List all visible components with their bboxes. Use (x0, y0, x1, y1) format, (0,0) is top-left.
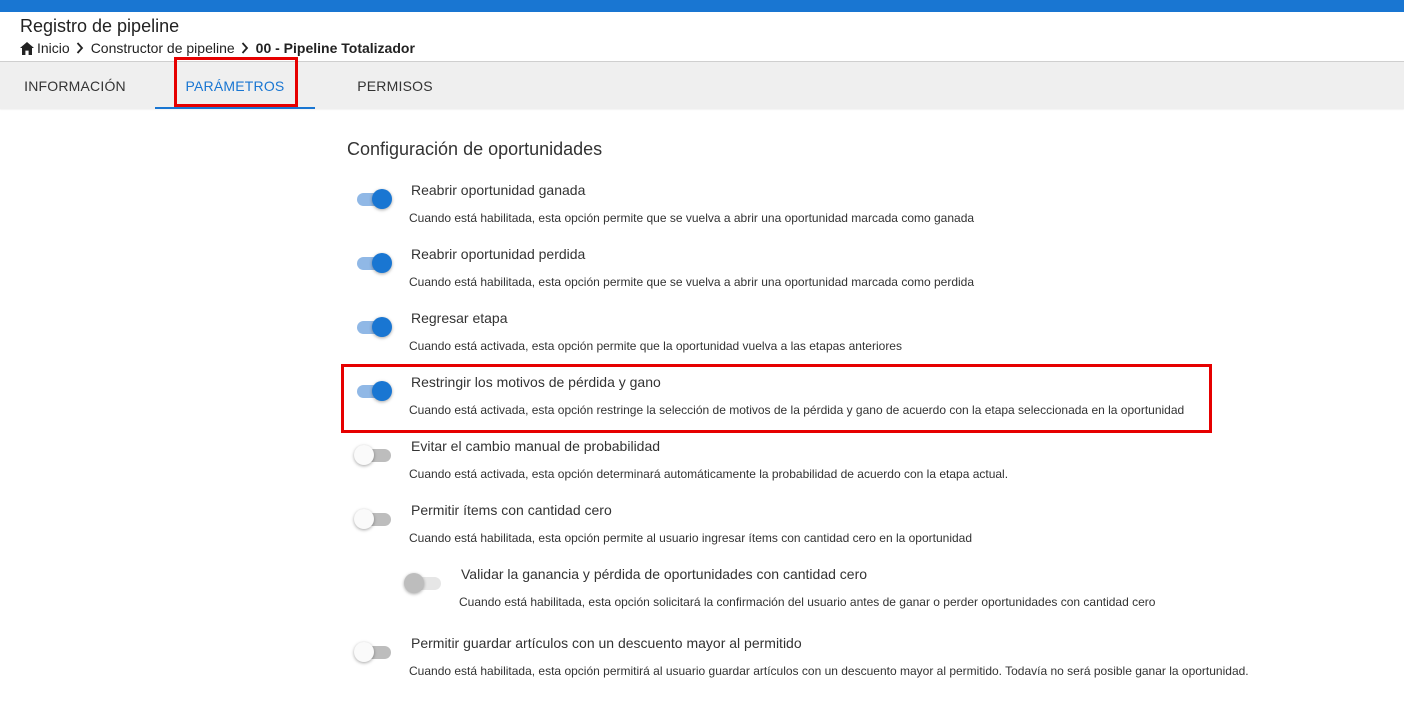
chevron-right-icon (76, 42, 84, 54)
switch-thumb (372, 189, 392, 209)
option-title: Regresar etapa (411, 310, 508, 326)
option-description: Cuando está activada, esta opción determ… (409, 467, 1009, 481)
option-description: Cuando está habilitada, esta opción perm… (409, 211, 975, 225)
breadcrumb-current: 00 - Pipeline Totalizador (255, 40, 415, 56)
toggle-restringir-motivos[interactable] (354, 380, 394, 402)
breadcrumb: Inicio Constructor de pipeline 00 - Pipe… (20, 40, 415, 56)
toggle-regresar-etapa[interactable] (354, 316, 394, 338)
option-title: Reabrir oportunidad ganada (411, 182, 586, 198)
switch-thumb (404, 573, 424, 593)
toggle-evitar-cambio-probabilidad[interactable] (354, 444, 394, 466)
option-title: Restringir los motivos de pérdida y gano (411, 374, 661, 390)
toggle-validar-cantidad-cero[interactable] (404, 572, 444, 594)
top-app-bar (0, 0, 1404, 12)
toggle-permitir-cantidad-cero[interactable] (354, 508, 394, 530)
option-description: Cuando está habilitada, esta opción perm… (409, 531, 973, 545)
option-description: Cuando está habilitada, esta opción perm… (409, 275, 975, 289)
breadcrumb-home[interactable]: Inicio (20, 40, 70, 56)
toggle-permitir-descuento-mayor[interactable] (354, 641, 394, 663)
switch-thumb (354, 445, 374, 465)
option-description: Cuando está activada, esta opción restri… (409, 403, 1185, 417)
breadcrumb-pipeline-builder[interactable]: Constructor de pipeline (91, 40, 235, 56)
option-title: Validar la ganancia y pérdida de oportun… (461, 566, 868, 582)
toggle-reabrir-perdida[interactable] (354, 252, 394, 274)
switch-thumb (354, 509, 374, 529)
breadcrumb-home-label: Inicio (37, 40, 70, 56)
option-title: Reabrir oportunidad perdida (411, 246, 586, 262)
chevron-right-icon (241, 42, 249, 54)
switch-thumb (354, 642, 374, 662)
tab-parametros[interactable]: PARÁMETROS (155, 62, 315, 109)
tab-informacion[interactable]: INFORMACIÓN (0, 62, 150, 109)
page-title: Registro de pipeline (20, 16, 180, 36)
home-icon (20, 41, 34, 55)
active-tab-indicator (155, 107, 315, 109)
option-description: Cuando está habilitada, esta opción soli… (459, 595, 1156, 609)
page-header: Registro de pipeline Inicio Constructor … (0, 12, 1404, 61)
switch-thumb (372, 253, 392, 273)
switch-thumb (372, 381, 392, 401)
tab-permisos[interactable]: PERMISOS (320, 62, 470, 109)
option-description: Cuando está activada, esta opción permit… (409, 339, 902, 353)
tab-bar: INFORMACIÓN PARÁMETROS PERMISOS (0, 61, 1404, 109)
section-title: Configuración de oportunidades (347, 139, 603, 159)
switch-thumb (372, 317, 392, 337)
option-title: Permitir ítems con cantidad cero (411, 502, 612, 518)
option-description: Cuando está habilitada, esta opción perm… (409, 664, 1249, 678)
option-title: Permitir guardar artículos con un descue… (411, 635, 802, 651)
option-title: Evitar el cambio manual de probabilidad (411, 438, 661, 454)
toggle-reabrir-ganada[interactable] (354, 188, 394, 210)
